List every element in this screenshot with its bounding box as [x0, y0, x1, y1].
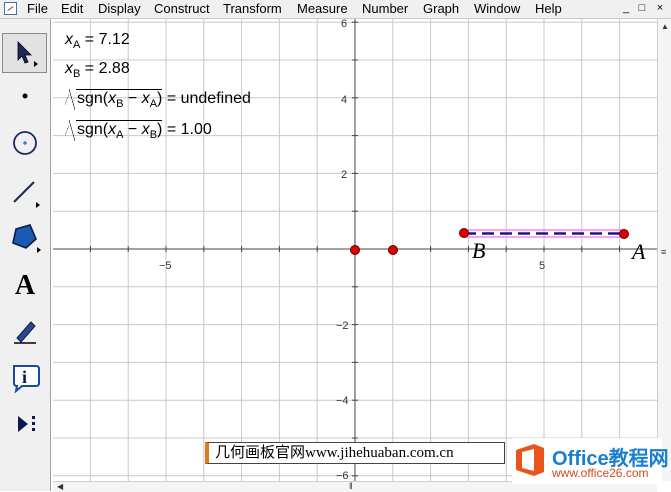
menu-window[interactable]: Window	[474, 1, 520, 17]
info-icon: i	[13, 365, 40, 394]
scroll-grip-icon[interactable]: ‖	[349, 481, 353, 491]
sqrt1-result: undefined	[180, 90, 251, 107]
y-tick-label: −4	[336, 395, 349, 407]
compass-tool[interactable]	[3, 123, 47, 163]
y-tick-label: 2	[341, 169, 347, 181]
sketch-canvas[interactable]: −5 5 6 4 2 −2 −4 −6 B A xA = 7.12 xB = 2…	[53, 19, 657, 481]
measurement-xa[interactable]: xA = 7.12	[65, 31, 130, 51]
point-A[interactable]	[619, 229, 629, 239]
menu-construct[interactable]: Construct	[154, 1, 210, 17]
menu-transform[interactable]: Transform	[223, 1, 282, 17]
point-B[interactable]	[459, 228, 469, 238]
scroll-grip-icon[interactable]: ≡	[661, 247, 666, 257]
scroll-left-icon[interactable]: ◀	[57, 482, 63, 491]
menu-help[interactable]: Help	[535, 1, 562, 17]
arrow-icon	[17, 41, 38, 67]
y-tick-label: −2	[336, 320, 349, 332]
measurement-xb[interactable]: xB = 2.88	[65, 60, 130, 80]
menu-edit[interactable]: Edit	[61, 1, 83, 17]
scroll-up-icon[interactable]: ▲	[661, 22, 669, 31]
x-tick-label: 5	[539, 260, 545, 272]
fn-name: sgn	[77, 90, 103, 107]
information-tool[interactable]: i	[3, 357, 47, 397]
origin-point[interactable]	[350, 245, 360, 255]
office-logo-icon	[516, 444, 544, 476]
polygon-icon	[12, 224, 41, 253]
unit-point[interactable]	[388, 245, 398, 255]
menu-graph[interactable]: Graph	[423, 1, 459, 17]
menu-display[interactable]: Display	[98, 1, 141, 17]
point-A-label[interactable]: A	[632, 239, 645, 265]
vertical-scrollbar[interactable]: ▲ ≡	[657, 19, 671, 481]
toolbox: A i	[0, 19, 51, 491]
svg-text:i: i	[22, 367, 27, 387]
y-tick-label: −6	[336, 470, 349, 481]
marker-tool[interactable]	[3, 311, 47, 351]
xb-value: 2.88	[98, 60, 130, 77]
point-B-label[interactable]: B	[472, 238, 485, 264]
play-more-icon	[18, 416, 35, 432]
app-icon[interactable]	[4, 2, 17, 15]
fn-name: sgn	[77, 121, 103, 138]
calculation-sqrt-sgn-xb-minus-xa[interactable]: sgn(xB − xA) = undefined	[65, 89, 251, 111]
straightedge-tool[interactable]	[3, 171, 47, 211]
calculation-sqrt-sgn-xa-minus-xb[interactable]: sgn(xA − xB) = 1.00	[65, 120, 212, 142]
arrow-select-tool[interactable]	[2, 33, 47, 73]
sqrt2-result: 1.00	[180, 121, 212, 138]
segment-icon	[13, 181, 40, 208]
office26-logo: Office教程网 www.office26.com	[512, 438, 669, 484]
menu-measure[interactable]: Measure	[297, 1, 348, 17]
text-tool[interactable]: A	[3, 266, 47, 306]
circle-compass-icon	[13, 131, 37, 155]
minimize-button[interactable]: _	[618, 1, 634, 16]
y-tick-label: 6	[341, 19, 347, 30]
menu-number[interactable]: Number	[362, 1, 408, 17]
logo-url: www.office26.com	[552, 466, 649, 480]
website-watermark: 几何画板官网www.jihehuaban.com.cn	[205, 442, 505, 464]
menu-file[interactable]: File	[27, 1, 48, 17]
x-tick-label: −5	[159, 260, 172, 272]
close-button[interactable]: ×	[652, 1, 668, 16]
xa-value: 7.12	[98, 31, 130, 48]
text-A-icon: A	[14, 270, 36, 301]
point-icon	[22, 93, 28, 99]
custom-tools[interactable]	[3, 404, 47, 444]
restore-button[interactable]: □	[634, 1, 650, 16]
menu-bar: File Edit Display Construct Transform Me…	[0, 0, 671, 19]
pen-icon	[14, 321, 36, 344]
polygon-tool[interactable]	[3, 216, 47, 256]
y-tick-label: 4	[341, 94, 347, 106]
point-tool[interactable]	[3, 76, 47, 116]
